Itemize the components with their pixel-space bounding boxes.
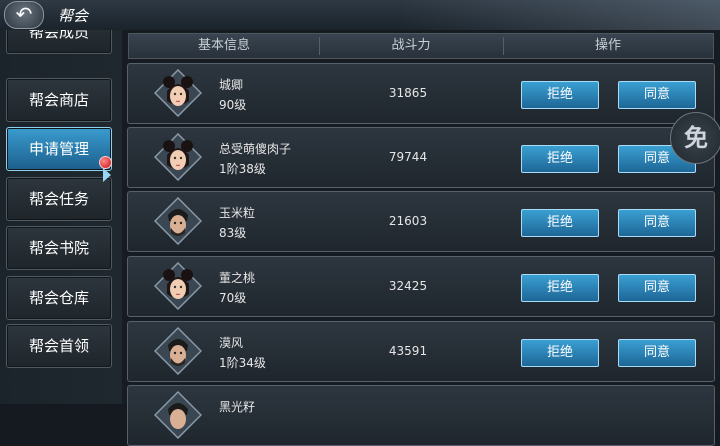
applicant-level: 90级	[219, 98, 247, 112]
applicant-level: 70级	[219, 291, 247, 305]
table-row: 黑光籽	[127, 385, 715, 446]
applicant-name: 城卿	[219, 78, 244, 92]
reject-button[interactable]: 拒绝	[521, 209, 599, 237]
notification-dot-icon	[99, 156, 112, 169]
female-avatar-icon	[154, 133, 202, 181]
male-avatar-icon	[154, 327, 202, 375]
applicant-power: 21603	[388, 214, 428, 228]
header-decoration	[400, 0, 720, 30]
sidebar-item-warehouse[interactable]: 帮会仓库	[6, 276, 112, 320]
page-title: 帮会	[58, 7, 89, 25]
applicant-name: 黑光籽	[219, 400, 256, 414]
free-badge-icon[interactable]: 免	[670, 112, 720, 164]
top-bar: ↶ 帮会	[0, 0, 720, 31]
sidebar-item-members[interactable]: 帮会成员	[6, 30, 112, 54]
agree-button[interactable]: 同意	[618, 339, 696, 367]
applicant-power: 43591	[388, 344, 428, 358]
applicant-power: 79744	[388, 150, 428, 164]
sidebar-item-shop[interactable]: 帮会商店	[6, 78, 112, 122]
male-avatar-icon	[154, 197, 202, 245]
table-header: 基本信息 战斗力 操作	[128, 33, 714, 59]
header-power: 战斗力	[391, 38, 431, 53]
applicant-level: 1阶38级	[219, 162, 266, 176]
reject-button[interactable]: 拒绝	[521, 145, 599, 173]
female-avatar-icon	[154, 262, 202, 310]
agree-button[interactable]: 同意	[618, 274, 696, 302]
reject-button[interactable]: 拒绝	[521, 274, 599, 302]
sidebar-item-leader[interactable]: 帮会首领	[6, 324, 112, 368]
female-avatar-icon	[154, 69, 202, 117]
back-button[interactable]: ↶	[4, 1, 44, 29]
active-arrow-icon	[103, 168, 111, 182]
applicant-power: 31865	[388, 86, 428, 100]
sidebar-item-tasks[interactable]: 帮会任务	[6, 177, 112, 221]
header-actions: 操作	[594, 38, 621, 53]
sidebar-item-applications[interactable]: 申请管理	[6, 127, 112, 171]
table-row: 玉米粒 83级 21603 拒绝 同意	[127, 191, 715, 252]
applicant-name: 董之桃	[219, 271, 256, 285]
table-row: 城卿 90级 31865 拒绝 同意	[127, 63, 715, 124]
reject-button[interactable]: 拒绝	[521, 339, 599, 367]
applications-panel: 基本信息 战斗力 操作 城卿 90级 31865 拒绝 同意 总受萌傻肉子 1阶…	[122, 30, 720, 446]
applicant-name: 总受萌傻肉子	[219, 142, 292, 156]
sidebar: 帮会成员 帮会商店 申请管理 帮会任务 帮会书院 帮会仓库 帮会首领	[0, 30, 122, 404]
applicant-level: 1阶34级	[219, 356, 266, 370]
male-avatar-icon	[154, 391, 202, 439]
applicant-level: 83级	[219, 226, 247, 240]
agree-button[interactable]: 同意	[618, 81, 696, 109]
table-row: 总受萌傻肉子 1阶38级 79744 拒绝 同意	[127, 127, 715, 188]
table-row: 董之桃 70级 32425 拒绝 同意	[127, 256, 715, 317]
header-basic-info: 基本信息	[197, 38, 250, 53]
applicant-name: 玉米粒	[219, 206, 256, 220]
agree-button[interactable]: 同意	[618, 209, 696, 237]
table-row: 漠风 1阶34级 43591 拒绝 同意	[127, 321, 715, 382]
sidebar-item-academy[interactable]: 帮会书院	[6, 226, 112, 270]
applicant-power: 32425	[388, 279, 428, 293]
applicant-name: 漠风	[219, 336, 244, 350]
reject-button[interactable]: 拒绝	[521, 81, 599, 109]
